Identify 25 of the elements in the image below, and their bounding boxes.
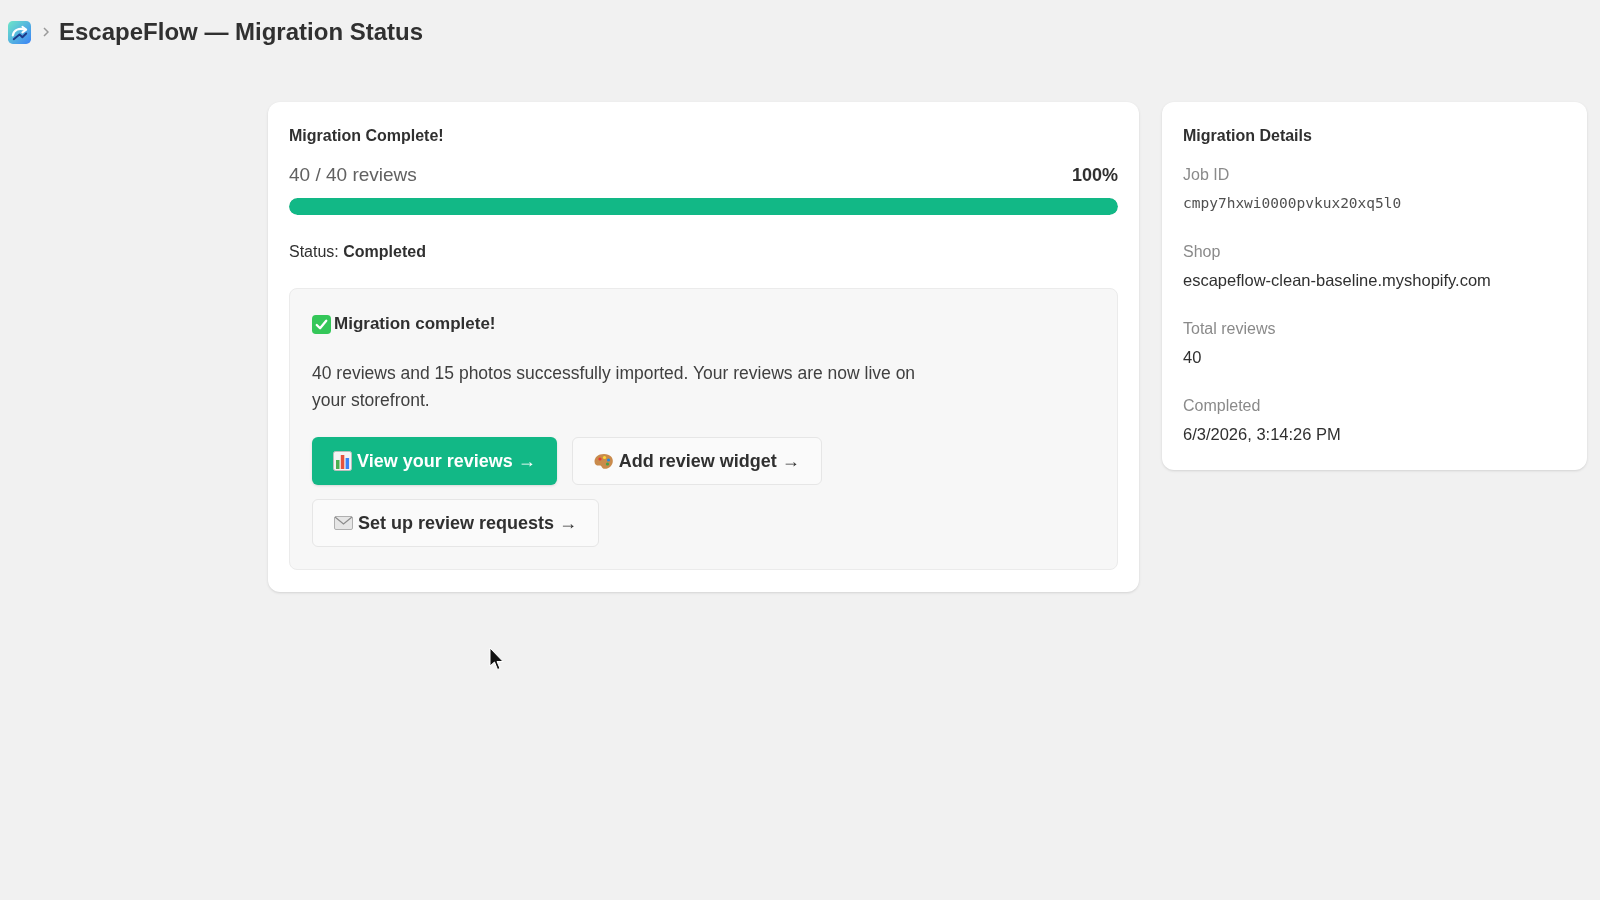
check-box-icon bbox=[312, 314, 331, 334]
detail-value: 40 bbox=[1183, 347, 1203, 368]
detail-label: Completed bbox=[1183, 396, 1262, 416]
palette-icon bbox=[593, 452, 614, 470]
envelope-icon bbox=[334, 516, 353, 530]
app-logo-icon bbox=[8, 20, 31, 44]
result-heading: Migration complete! bbox=[334, 313, 496, 335]
detail-value: escapeflow-clean-baseline.myshopify.com bbox=[1183, 270, 1492, 291]
review-count: 40 / 40 reviews bbox=[289, 163, 417, 187]
card-title: Migration Complete! bbox=[289, 126, 445, 146]
action-button[interactable]: Add review widget → bbox=[571, 437, 822, 485]
status-text: Status: Completed bbox=[289, 242, 427, 262]
chevron-right-icon bbox=[43, 27, 49, 37]
card-title: Migration Details bbox=[1183, 126, 1313, 146]
progress-percent: 100% bbox=[1071, 164, 1118, 187]
bar-chart-icon bbox=[333, 451, 352, 471]
action-button[interactable]: Set up review requests → bbox=[312, 499, 600, 547]
result-message: 40 reviews and 15 photos successfully imported. Your reviews are now live on your storefront. bbox=[312, 362, 917, 412]
detail-label: Job ID bbox=[1183, 165, 1231, 185]
detail-label: Shop bbox=[1183, 242, 1222, 262]
detail-label: Total reviews bbox=[1183, 319, 1277, 339]
detail-value: 6/3/2026, 3:14:26 PM bbox=[1183, 424, 1342, 445]
mouse-pointer-icon bbox=[489, 647, 504, 671]
detail-value: cmpy7hxwi0000pvkux20xq5l0 bbox=[1183, 194, 1403, 213]
page-title: EscapeFlow — Migration Status bbox=[59, 17, 424, 47]
